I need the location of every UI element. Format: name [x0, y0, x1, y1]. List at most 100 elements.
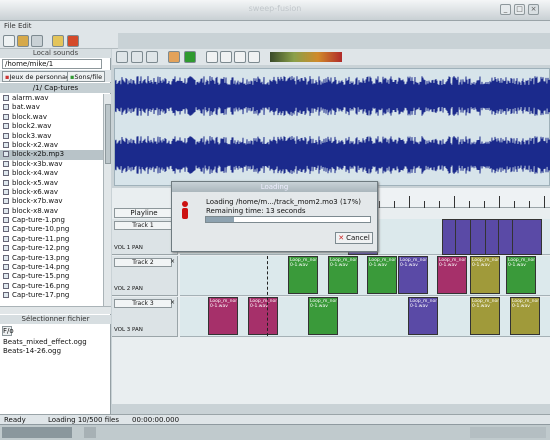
maximize-icon[interactable]: □ — [514, 4, 525, 15]
file-item[interactable]: Cap-ture-11.png — [0, 235, 103, 244]
playline-label[interactable]: Playline — [114, 208, 174, 218]
marker-icon[interactable] — [168, 51, 180, 63]
audio-clip[interactable]: Loop_m_nor1_ 0-1.wav — [367, 256, 397, 294]
file-list: alarm.wav bat.wav block.wav block2.wav block… — [0, 94, 103, 306]
rewind-icon[interactable] — [206, 51, 218, 63]
dialog-title: Loading — [172, 182, 377, 192]
track-1-name[interactable]: Track 1 — [114, 221, 172, 230]
file-item[interactable]: block.wav — [0, 113, 103, 122]
taskbar-launchers[interactable] — [2, 427, 72, 438]
track-3-volume[interactable]: VOL 3 PAN — [114, 327, 143, 333]
dialog-message: Loading /home/m.../track_mom2.mo3 (17%) — [206, 198, 361, 206]
file-item[interactable]: block-x4.wav — [0, 169, 103, 178]
file-item[interactable]: block-x7b.wav — [0, 197, 103, 206]
audio-clip[interactable]: Loop_m_nor1_ 0-1.wav — [288, 256, 318, 294]
audio-clip[interactable]: Loop_m_nor1_ 0-1.wav — [510, 297, 540, 335]
track-2-close-icon[interactable]: × — [170, 258, 175, 265]
file-item[interactable]: block-x5.wav — [0, 179, 103, 188]
audio-clip[interactable]: Loop_m_nor1_ 0-1.wav — [506, 256, 536, 294]
add-icon[interactable] — [184, 51, 196, 63]
playlist-item[interactable]: Beats_mixed_effect.ogg — [0, 338, 111, 347]
zoom-out-icon[interactable] — [131, 51, 143, 63]
path-bar: /1/ Cap-tures — [0, 83, 111, 93]
file-item[interactable]: Cap-ture-12.png — [0, 244, 103, 253]
audio-clip[interactable]: Loop_m_nor1_ 0-1.wav — [208, 297, 238, 335]
file-item[interactable]: Cap-ture-10.png — [0, 225, 103, 234]
file-list-hscrollbar[interactable] — [0, 306, 111, 314]
cancel-button[interactable]: ✕ Cancel — [335, 232, 373, 244]
forward-icon[interactable] — [248, 51, 260, 63]
file-icon — [3, 207, 9, 214]
file-item[interactable]: Cap-ture-16.png — [0, 282, 103, 291]
zoom-fit-icon[interactable] — [146, 51, 158, 63]
waveform-view[interactable] — [114, 68, 550, 186]
audio-clip[interactable]: Loop_m_nor1_ 0-1.wav — [470, 256, 500, 294]
track-2-controls: Track 2 × VOL 2 PAN — [112, 256, 178, 296]
cut-icon[interactable] — [52, 35, 64, 47]
folder-button[interactable]: F/o — [2, 326, 14, 336]
audio-clip[interactable]: Loop_m_nor1_ 0-1.wav — [408, 297, 438, 335]
track-3-close-icon[interactable]: × — [170, 299, 175, 306]
file-item[interactable]: bat.wav — [0, 103, 103, 112]
file-item[interactable]: block-x2.wav — [0, 141, 103, 150]
menu-edit[interactable]: Edit — [18, 22, 32, 30]
track-1-volume[interactable]: VOL 1 PAN — [114, 245, 143, 251]
select-file-bar: Sélectionner fichier — [0, 315, 111, 324]
file-icon — [3, 188, 9, 195]
file-item[interactable]: Cap-ture-1.png — [0, 216, 103, 225]
save-icon[interactable] — [31, 35, 43, 47]
tab-sounds[interactable]: ▪Sons/file — [67, 71, 106, 82]
file-item[interactable]: Cap-ture-13.png — [0, 254, 103, 263]
app-window: sweep-fusion _ □ × File Edit Local sound… — [0, 0, 550, 440]
track-2-name[interactable]: Track 2 — [114, 258, 172, 267]
file-item[interactable]: block3.wav — [0, 132, 103, 141]
scrollbar-thumb[interactable] — [105, 104, 111, 164]
file-item[interactable]: block-x8.wav — [0, 207, 103, 216]
play-icon[interactable] — [220, 51, 232, 63]
file-item[interactable]: block-x6.wav — [0, 188, 103, 197]
file-list-scrollbar[interactable] — [103, 94, 111, 306]
status-left: Ready — [4, 416, 26, 424]
track-2-volume[interactable]: VOL 2 PAN — [114, 286, 143, 292]
minimize-icon[interactable]: _ — [500, 4, 511, 15]
audio-clip[interactable]: Loop_m_nor1_ 0-1.wav — [437, 256, 467, 294]
ruler-tick — [484, 201, 485, 208]
settings-icon[interactable] — [67, 35, 79, 47]
system-tray — [470, 427, 546, 438]
audio-clip[interactable]: Loop_m_nor1_ 0-1.wav — [308, 297, 338, 335]
ruler-tick — [439, 201, 440, 208]
library-tabs: ▪Jeux de personnages ▪Sons/file — [0, 70, 111, 82]
file-icon — [3, 104, 9, 111]
menu-file[interactable]: File — [4, 22, 16, 30]
level-meter — [270, 52, 342, 62]
open-icon[interactable] — [17, 35, 29, 47]
audio-clip[interactable]: Loop_m_nor1_ 0-1.wav — [328, 256, 358, 294]
zoom-in-icon[interactable] — [116, 51, 128, 63]
file-item[interactable]: block-x3b.wav — [0, 160, 103, 169]
file-item[interactable]: block2.wav — [0, 122, 103, 131]
track-1-controls: Track 1 × VOL 1 PAN — [112, 219, 178, 255]
audio-clip[interactable] — [512, 219, 542, 255]
playlist-item[interactable]: Beats-14-26.ogg — [0, 347, 111, 356]
file-item[interactable]: alarm.wav — [0, 94, 103, 103]
audio-clip[interactable]: Loop_m_nor1_ 0-1.wav — [398, 256, 428, 294]
close-icon[interactable]: × — [528, 4, 539, 15]
playlist: Beats_mixed_effect.ogg Beats-14-26.ogg — [0, 338, 111, 356]
audio-clip[interactable]: Loop_m_nor1_ 0-1.wav — [470, 297, 500, 335]
new-icon[interactable] — [3, 35, 15, 47]
file-item[interactable]: Cap-ture-17.png — [0, 291, 103, 300]
stop-icon[interactable] — [234, 51, 246, 63]
file-item[interactable]: Cap-ture-14.png — [0, 263, 103, 272]
library-selector[interactable]: /home/mike/1 — [2, 59, 102, 69]
file-item[interactable]: Cap-ture-15.png — [0, 272, 103, 281]
taskbar — [0, 424, 550, 440]
audio-clip[interactable]: Loop_m_nor1_ 0-1.wav — [248, 297, 278, 335]
file-icon — [3, 273, 9, 280]
track-3-name[interactable]: Track 3 — [114, 299, 172, 308]
taskbar-icon[interactable] — [84, 427, 96, 438]
cancel-icon: ✕ — [338, 234, 345, 242]
file-icon — [3, 141, 9, 148]
file-item[interactable]: block-x2b.mp3 — [0, 150, 103, 160]
file-icon — [3, 123, 9, 130]
file-icon — [3, 217, 9, 224]
